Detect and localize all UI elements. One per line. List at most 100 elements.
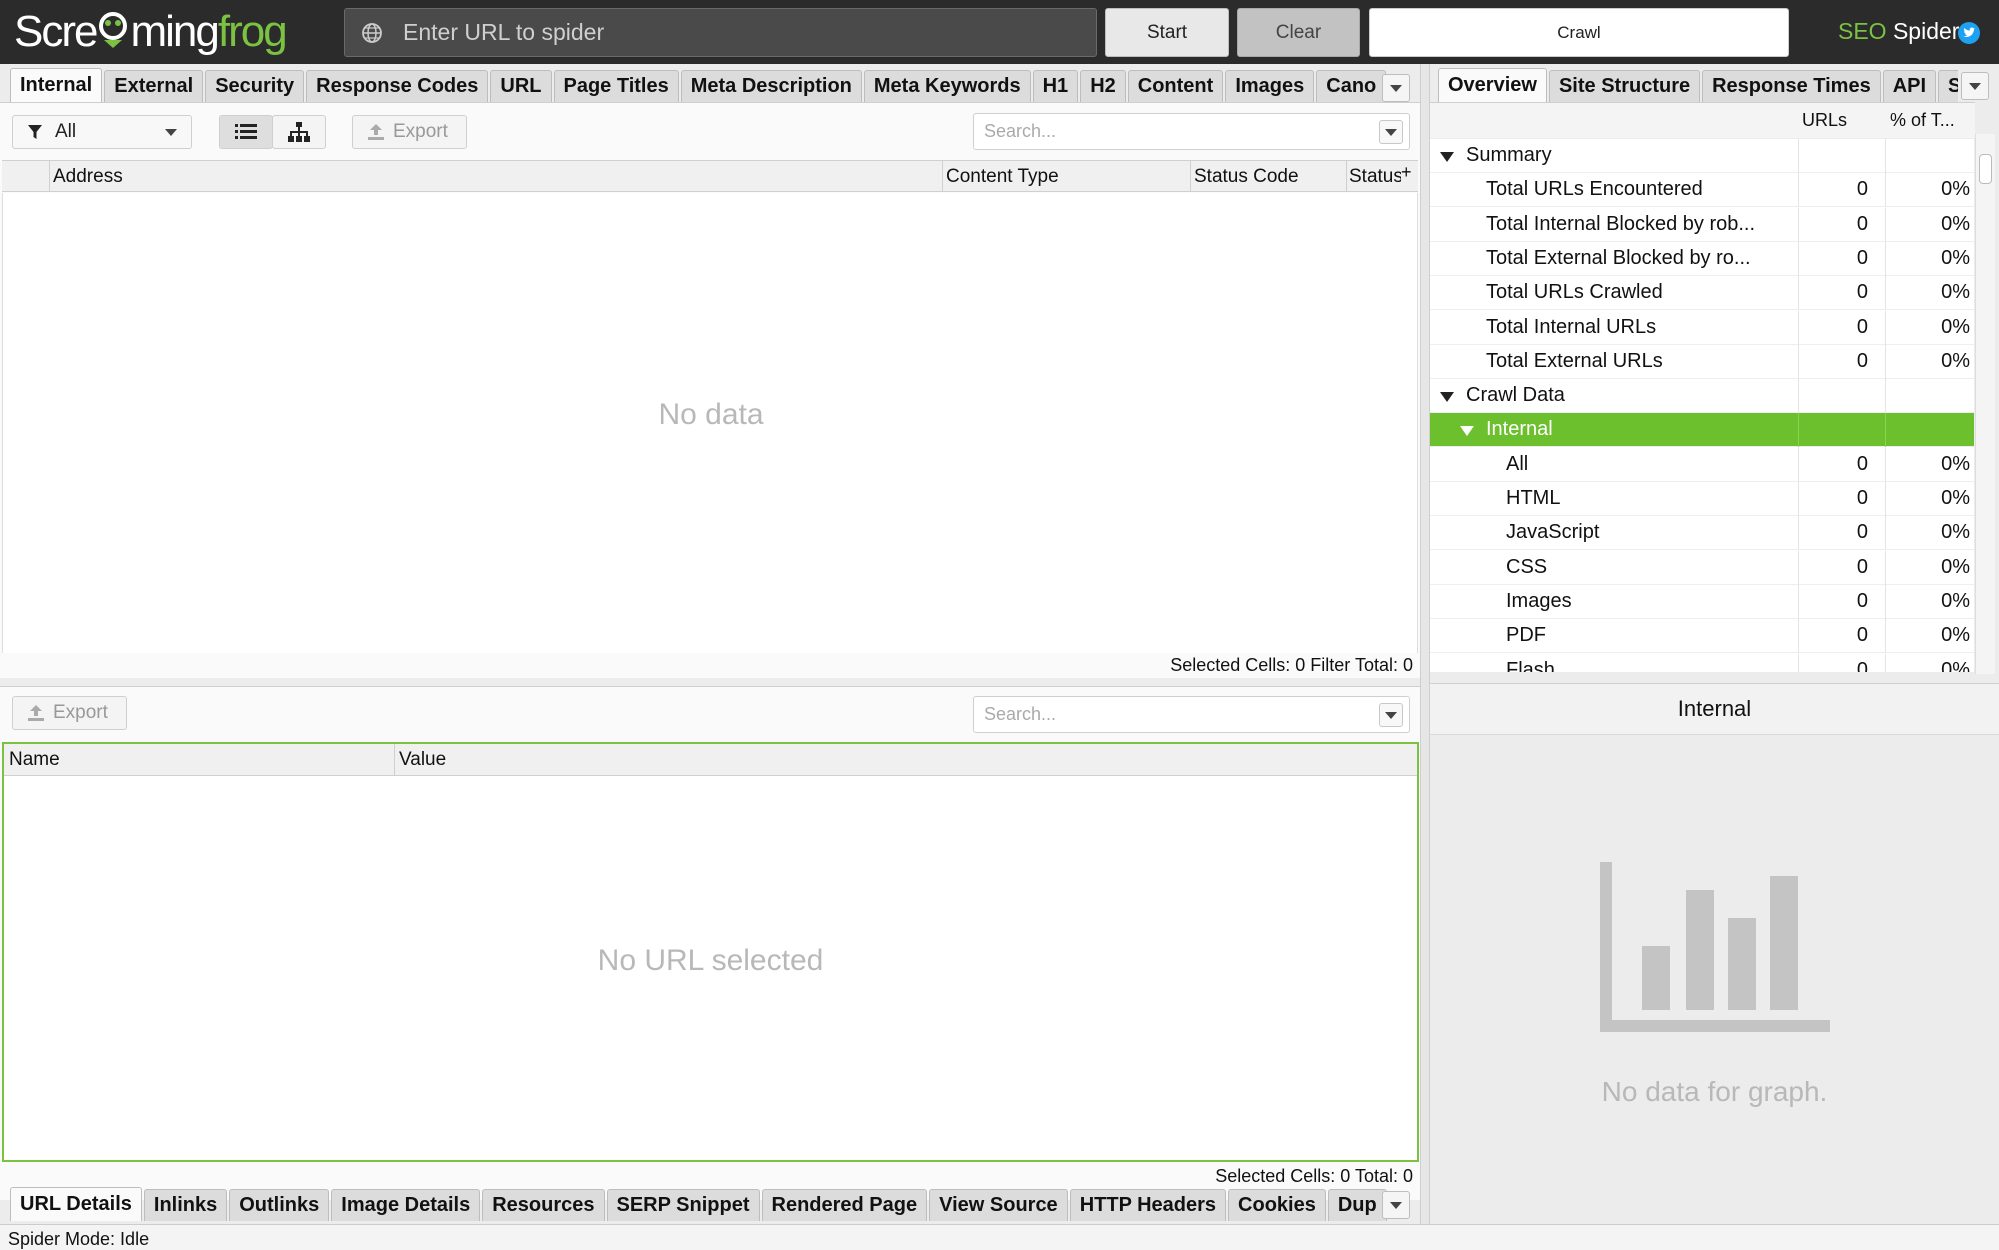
overview-row-percent: 0% [1941,212,1970,235]
filter-value: All [55,121,77,142]
bottom-tab-inlinks[interactable]: Inlinks [143,1189,228,1221]
column-status[interactable]: Status [1349,166,1401,188]
tab-external[interactable]: External [104,70,204,102]
details-export-button[interactable]: Export [12,696,127,730]
bottom-tab-dup[interactable]: Dup [1327,1189,1387,1221]
overview-row[interactable]: Summary [1430,139,1974,173]
export-button[interactable]: Export [352,115,467,149]
column-status-code[interactable]: Status Code [1194,166,1299,188]
overview-row-count: 0 [1856,658,1868,673]
list-view-button[interactable] [219,115,273,149]
details-search-options-button[interactable] [1379,703,1403,727]
column-urls[interactable]: URLs [1802,110,1847,131]
column-value[interactable]: Value [399,749,446,771]
overview-row[interactable]: Total Internal Blocked by rob... 0 0% [1430,207,1974,242]
tab-h1[interactable]: H1 [1032,70,1079,102]
tab-meta-description[interactable]: Meta Description [680,70,862,102]
overview-row[interactable]: Total Internal URLs 0 0% [1430,310,1974,345]
overview-row[interactable]: Internal [1430,413,1974,448]
overview-row-label: Crawl Data [1466,384,1565,407]
tree-view-button[interactable] [272,115,326,149]
right-tab-response-times[interactable]: Response Times [1702,70,1881,102]
overview-row[interactable]: Flash 0 0% [1430,653,1974,673]
right-tab-site-structure[interactable]: Site Structure [1548,70,1701,102]
bottom-tab-cookies[interactable]: Cookies [1228,1189,1326,1221]
right-tab-api[interactable]: API [1882,70,1937,102]
tab-url[interactable]: URL [490,70,552,102]
overview-row[interactable]: Total URLs Encountered 0 0% [1430,173,1974,208]
filter-icon [28,125,42,139]
url-input[interactable] [403,9,1083,56]
details-search-input[interactable] [984,697,1364,732]
bottom-tab-serp-snippet[interactable]: SERP Snippet [606,1189,760,1221]
graph-area: No data for graph. [1430,736,1999,1224]
search-options-button[interactable] [1379,120,1403,144]
expand-triangle-icon[interactable] [1460,426,1474,437]
right-tab-overview[interactable]: Overview [1438,68,1547,102]
right-tab-s[interactable]: S [1938,70,1958,102]
expand-triangle-icon[interactable] [1440,152,1454,162]
filter-select[interactable]: All [12,115,192,149]
overview-row[interactable]: CSS 0 0% [1430,550,1974,585]
tab-internal[interactable]: Internal [10,68,103,102]
bottom-tab-outlinks[interactable]: Outlinks [229,1189,330,1221]
tab-cano[interactable]: Cano [1316,70,1387,102]
mode-crawl-button[interactable]: Crawl [1369,8,1789,57]
bottom-tab-resources[interactable]: Resources [482,1189,605,1221]
overview-row[interactable]: Total URLs Crawled 0 0% [1430,276,1974,311]
overview-scrollbar[interactable] [1975,134,1995,674]
overview-row[interactable]: Crawl Data [1430,379,1974,414]
overview-row-label: Total URLs Crawled [1486,281,1663,304]
tab-images[interactable]: Images [1225,70,1315,102]
tab-response-codes[interactable]: Response Codes [306,70,489,102]
column-percent[interactable]: % of T... [1890,110,1955,131]
overview-row-label: JavaScript [1506,521,1600,544]
tab-meta-keywords[interactable]: Meta Keywords [863,70,1031,102]
overview-row[interactable]: Images 0 0% [1430,584,1974,619]
overview-row-count: 0 [1856,452,1868,475]
split-handle[interactable] [1420,64,1430,1224]
column-name[interactable]: Name [9,749,60,771]
tab-security[interactable]: Security [205,70,305,102]
main-tabs-overflow-button[interactable] [1382,74,1410,102]
bottom-tab-view-source[interactable]: View Source [929,1189,1068,1221]
sitemap-icon [288,122,310,142]
results-panel: All Export Address Content Type Status C… [0,102,1420,678]
expand-triangle-icon[interactable] [1440,392,1454,403]
bottom-tab-image-details[interactable]: Image Details [331,1189,481,1221]
bottom-tab-http-headers[interactable]: HTTP Headers [1069,1189,1227,1221]
tab-page-titles[interactable]: Page Titles [553,70,679,102]
overview-row-count: 0 [1856,349,1868,372]
overview-row[interactable]: Total External URLs 0 0% [1430,344,1974,379]
twitter-icon[interactable] [1958,22,1980,44]
overview-row[interactable]: JavaScript 0 0% [1430,516,1974,551]
bottom-tabs-overflow-button[interactable] [1382,1191,1410,1219]
results-search-field[interactable] [973,113,1410,150]
bottom-tab-rendered-page[interactable]: Rendered Page [761,1189,928,1221]
clear-button[interactable]: Clear [1237,8,1360,57]
overview-row[interactable]: HTML 0 0% [1430,482,1974,516]
tab-content[interactable]: Content [1127,70,1224,102]
column-address[interactable]: Address [53,166,123,188]
scroll-thumb[interactable] [1979,154,1992,184]
seo-spider-label: SEO Spider [1838,18,1960,44]
url-field[interactable] [344,8,1097,57]
upload-icon [28,705,44,721]
chevron-down-icon [165,129,177,136]
details-search-field[interactable] [973,696,1410,733]
overview-row[interactable]: PDF 0 0% [1430,619,1974,654]
overview-row-count: 0 [1856,178,1868,201]
overview-row[interactable]: All 0 0% [1430,447,1974,482]
add-column-icon[interactable]: + [1401,162,1412,183]
details-export-label: Export [53,702,108,723]
column-content-type[interactable]: Content Type [946,166,1059,188]
start-button[interactable]: Start [1105,8,1229,57]
overview-row[interactable]: Total External Blocked by ro... 0 0% [1430,241,1974,276]
overview-row-percent: 0% [1941,589,1970,612]
overview-row-count: 0 [1856,281,1868,304]
results-search-input[interactable] [984,114,1364,149]
bottom-tab-url-details[interactable]: URL Details [10,1187,142,1221]
right-tabs-overflow-button[interactable] [1961,72,1989,100]
chevron-down-icon [1969,82,1981,90]
tab-h2[interactable]: H2 [1080,70,1126,102]
